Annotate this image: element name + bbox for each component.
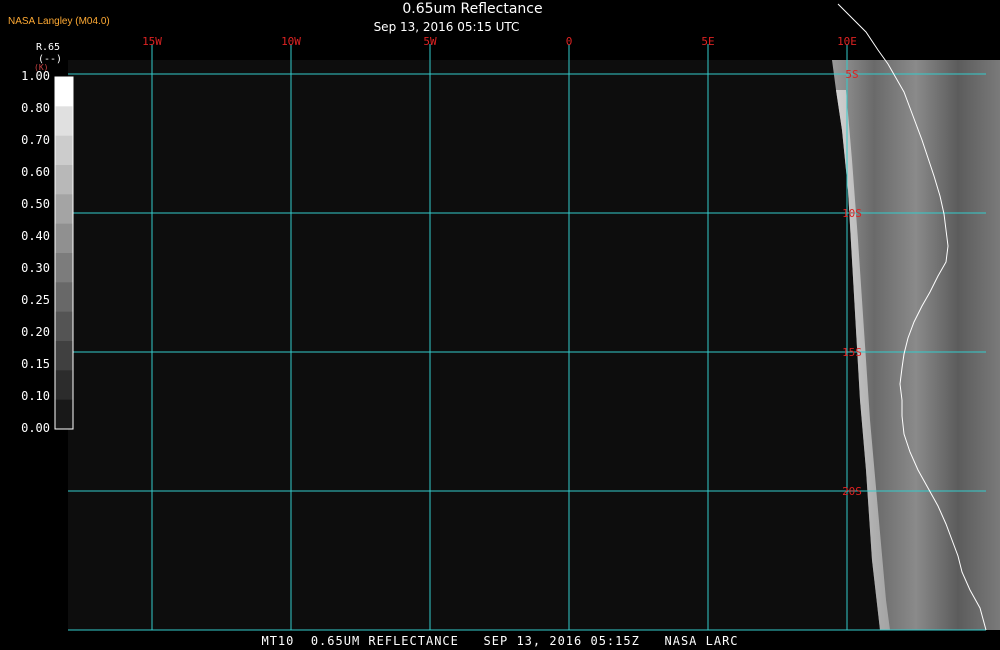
legend-variable: R.65 bbox=[36, 42, 61, 53]
legend-label: 0.15 bbox=[21, 357, 50, 371]
legend-label: 0.80 bbox=[21, 101, 50, 115]
legend-label: 0.50 bbox=[21, 197, 50, 211]
legend-swatch bbox=[55, 253, 73, 283]
legend-label: 0.20 bbox=[21, 325, 50, 339]
legend-color-bar bbox=[54, 76, 74, 430]
legend-label: 0.40 bbox=[21, 229, 50, 243]
longitude-label: 10E bbox=[837, 35, 857, 48]
footer-caption: MT10 0.65UM REFLECTANCE SEP 13, 2016 05:… bbox=[261, 634, 739, 648]
longitude-label: 5E bbox=[701, 35, 714, 48]
legend-label: 0.60 bbox=[21, 165, 50, 179]
legend-label: 1.00 bbox=[21, 69, 50, 83]
latitude-label: 15S bbox=[842, 346, 862, 359]
legend-swatch bbox=[55, 106, 73, 137]
longitude-label: 15W bbox=[142, 35, 162, 48]
latitude-label: 5S bbox=[845, 68, 858, 81]
legend-swatch bbox=[55, 311, 73, 342]
longitude-label: 0 bbox=[566, 35, 573, 48]
legend-label: 0.10 bbox=[21, 389, 50, 403]
longitude-label: 10W bbox=[281, 35, 301, 48]
legend-swatch bbox=[55, 399, 73, 430]
satellite-map: 15W 10W 5W 0 5E 10E 5S 10S 15S 20S bbox=[68, 3, 1000, 631]
legend-swatch bbox=[55, 223, 73, 254]
longitude-labels: 15W 10W 5W 0 5E 10E bbox=[142, 35, 857, 48]
latitude-label: 10S bbox=[842, 207, 862, 220]
legend-label: 0.25 bbox=[21, 293, 50, 307]
legend-swatch bbox=[55, 282, 73, 313]
map-panel bbox=[68, 60, 880, 630]
map-viewer: NASA Langley (M04.0) 0.65um Reflectance … bbox=[0, 0, 1000, 650]
legend-label: 0.30 bbox=[21, 261, 50, 275]
legend-swatch bbox=[55, 135, 73, 166]
legend-swatch bbox=[55, 370, 73, 401]
legend-label: 0.70 bbox=[21, 133, 50, 147]
legend-swatch bbox=[55, 341, 73, 371]
longitude-label: 5W bbox=[423, 35, 437, 48]
legend-swatch bbox=[55, 194, 73, 225]
legend-swatch bbox=[55, 77, 73, 107]
latitude-label: 20S bbox=[842, 485, 862, 498]
legend-swatch bbox=[55, 165, 73, 195]
legend-label: 0.00 bbox=[21, 421, 50, 435]
